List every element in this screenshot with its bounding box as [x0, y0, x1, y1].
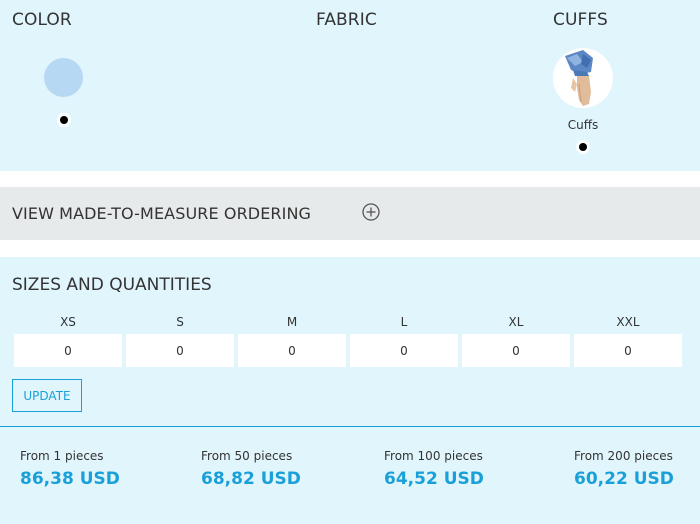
size-column-xs: XS [14, 315, 122, 367]
cuffs-heading: CUFFS [553, 10, 608, 30]
made-to-measure-label: VIEW MADE-TO-MEASURE ORDERING [12, 204, 312, 223]
quantity-input-xl[interactable] [462, 334, 570, 367]
size-label: XL [508, 315, 524, 329]
size-label: L [400, 315, 408, 329]
color-heading: COLOR [12, 10, 72, 30]
sizes-quantities-panel: SIZES AND QUANTITIES XS S M L XL XXL UPD… [0, 257, 700, 427]
size-label: M [286, 315, 298, 329]
fabric-heading: FABRIC [316, 10, 377, 30]
quantity-input-xxl[interactable] [574, 334, 682, 367]
plus-circle-icon[interactable] [362, 203, 380, 221]
cuff-selected-dot [579, 143, 587, 151]
update-button[interactable]: UPDATE [12, 379, 82, 412]
tier-quantity-label: From 100 pieces [384, 449, 483, 463]
price-tier: From 50 pieces 68,82 USD [201, 449, 301, 489]
size-column-l: L [350, 315, 458, 367]
price-tier: From 100 pieces 64,52 USD [384, 449, 484, 489]
cuff-thumbnail[interactable] [553, 48, 613, 108]
tier-price: 86,38 USD [20, 469, 120, 489]
tier-price: 64,52 USD [384, 469, 484, 489]
made-to-measure-toggle[interactable]: VIEW MADE-TO-MEASURE ORDERING [0, 187, 700, 240]
sizes-title: SIZES AND QUANTITIES [12, 275, 212, 295]
price-tier: From 200 pieces 60,22 USD [574, 449, 674, 489]
quantity-input-xs[interactable] [14, 334, 122, 367]
color-swatch[interactable] [44, 58, 83, 97]
quantity-input-l[interactable] [350, 334, 458, 367]
color-selected-dot [60, 116, 68, 124]
cuff-label: Cuffs [567, 118, 599, 132]
tier-quantity-label: From 50 pieces [201, 449, 293, 463]
quantity-input-m[interactable] [238, 334, 346, 367]
size-label: S [176, 315, 184, 329]
tier-price: 60,22 USD [574, 469, 674, 489]
size-label: XS [60, 315, 76, 329]
size-column-s: S [126, 315, 234, 367]
size-column-m: M [238, 315, 346, 367]
size-column-xxl: XXL [574, 315, 682, 367]
cuff-image-icon [565, 50, 593, 106]
product-options-panel: COLOR FABRIC CUFFS Cuffs [0, 0, 700, 171]
size-column-xl: XL [462, 315, 570, 367]
tier-quantity-label: From 1 pieces [20, 449, 104, 463]
tier-price: 68,82 USD [201, 469, 301, 489]
pricing-tiers: From 1 pieces 86,38 USD From 50 pieces 6… [0, 426, 700, 524]
size-label: XXL [616, 315, 640, 329]
quantity-input-s[interactable] [126, 334, 234, 367]
tier-quantity-label: From 200 pieces [574, 449, 673, 463]
price-tier: From 1 pieces 86,38 USD [20, 449, 120, 489]
